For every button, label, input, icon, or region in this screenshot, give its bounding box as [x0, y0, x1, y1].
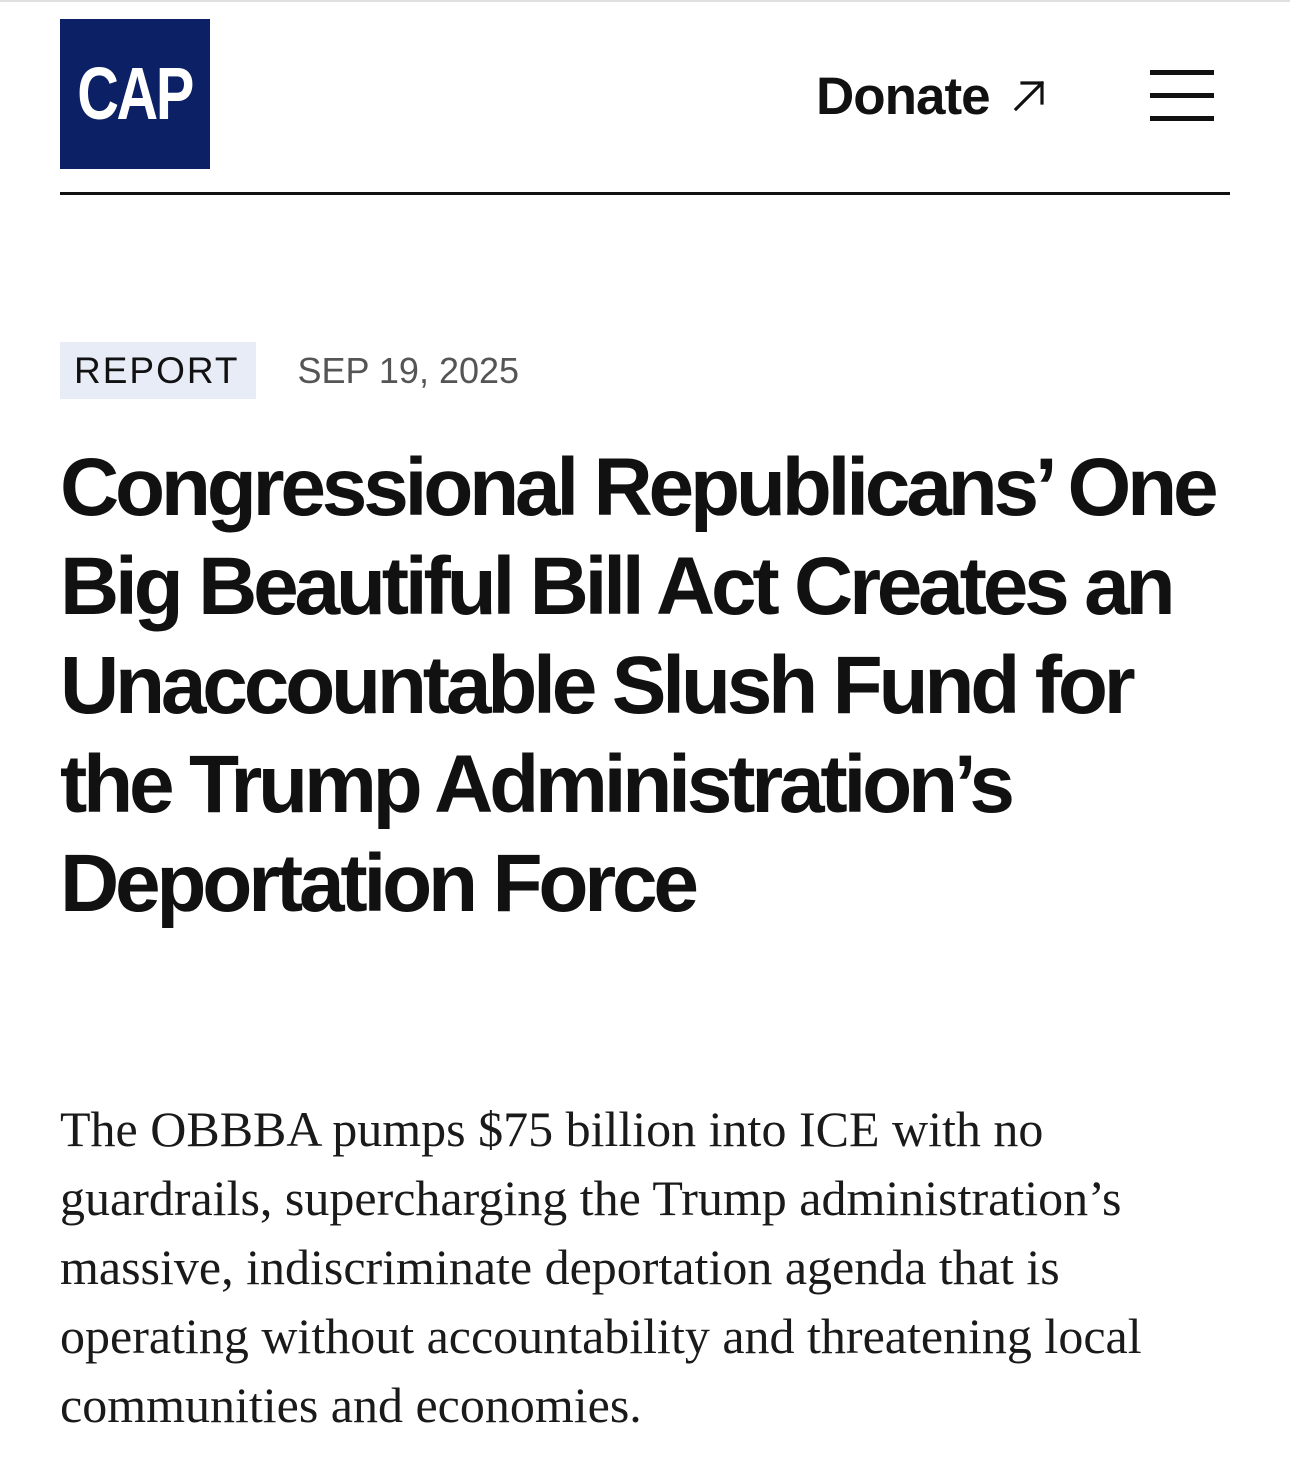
hamburger-menu-button[interactable] [1150, 70, 1214, 122]
cap-logo[interactable]: CAP [60, 19, 210, 169]
hamburger-icon-bar-bottom [1150, 116, 1214, 121]
article-title: Congressional Republicans’ One Big Beaut… [60, 442, 1219, 929]
hamburger-icon-bar-middle [1150, 93, 1214, 98]
article-summary: The OBBBA pumps $75 billion into ICE wit… [60, 1101, 1142, 1433]
logo-text: CAP [77, 52, 195, 135]
publish-date: SEP 19, 2025 [297, 349, 520, 391]
arrow-up-right-icon [1013, 80, 1044, 112]
hamburger-icon-bar-top [1150, 70, 1214, 75]
article-meta: REPORT SEP 19, 2025 [60, 342, 519, 399]
donate-label: Donate [816, 66, 991, 126]
category-tag[interactable]: REPORT [60, 342, 256, 399]
top-divider [0, 0, 1290, 2]
header-divider [60, 192, 1230, 195]
donate-link[interactable]: Donate [816, 64, 1046, 128]
